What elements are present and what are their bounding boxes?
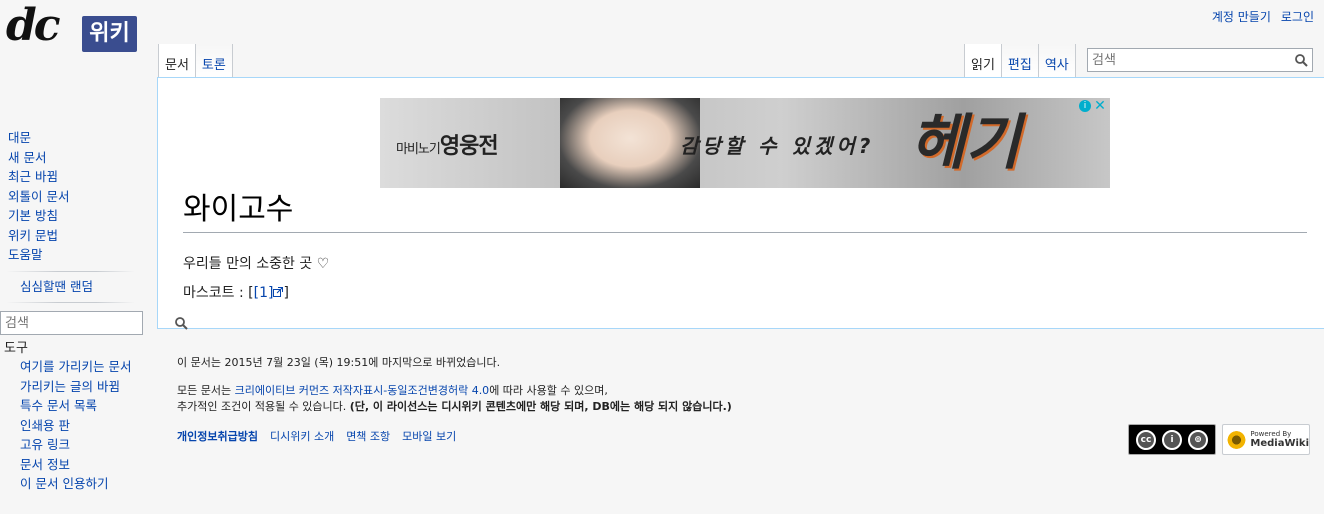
tool-page-info[interactable]: 문서 정보	[20, 457, 70, 472]
tab-edit[interactable]: 편집	[1001, 44, 1039, 78]
tab-history[interactable]: 역사	[1038, 44, 1076, 78]
mediawiki-flower-icon	[1227, 428, 1247, 451]
create-account-link[interactable]: 계정 만들기	[1212, 8, 1271, 25]
logo-dc-text: dc	[6, 0, 61, 51]
cc-by-sa-badge[interactable]: cc i ⊚	[1128, 424, 1216, 455]
ad-banner[interactable]: 마비노기영웅전 감당할 수 있겠어? 헤기 i ✕	[380, 98, 1110, 188]
sidebar-search	[0, 311, 188, 335]
ad-tagline: 감당할 수 있겠어?	[680, 134, 875, 158]
footer-last-modified: 이 문서는 2015년 7월 23일 (목) 19:51에 마지막으로 바뀌었습…	[177, 356, 501, 369]
ad-controls: i ✕	[1079, 99, 1106, 113]
content-area: 마비노기영웅전 감당할 수 있겠어? 헤기 i ✕ 와이고수 우리들 만의 소중…	[157, 77, 1324, 329]
search-icon[interactable]	[1290, 49, 1312, 71]
mediawiki-badge-name: MediaWiki	[1250, 438, 1309, 449]
sidebar-item-new-pages[interactable]: 새 문서	[8, 150, 46, 165]
sidebar-item-help[interactable]: 도움말	[8, 247, 43, 262]
mascot-prefix: 마스코트 : [	[183, 285, 254, 301]
license-bold-note: (단, 이 라이선스는 디시위키 콘텐츠에만 해당 되며, DB에는 해당 되지…	[349, 400, 732, 413]
sidebar-divider	[6, 301, 135, 303]
footer-link-privacy[interactable]: 개인정보취급방침	[177, 428, 258, 444]
footer-places: 개인정보취급방침 디시위키 소개 면책 조항 모바일 보기	[177, 428, 456, 444]
sidebar-item-syntax[interactable]: 위키 문법	[8, 228, 58, 243]
tool-special-pages[interactable]: 특수 문서 목록	[20, 398, 97, 413]
view-tabs: 읽기 편집 역사	[964, 44, 1076, 78]
header-search	[1087, 48, 1313, 72]
license-line2: 추가적인 조건이 적용될 수 있습니다.	[177, 400, 350, 413]
tab-document[interactable]: 문서	[158, 44, 196, 78]
sa-icon: ⊚	[1188, 429, 1208, 450]
sidebar-item-policy[interactable]: 기본 방침	[8, 208, 58, 223]
tab-discussion[interactable]: 토론	[195, 44, 233, 78]
license-suffix: 에 따라 사용할 수 있으며,	[489, 384, 608, 397]
external-link-icon	[273, 285, 284, 301]
footer-link-about[interactable]: 디시위키 소개	[270, 428, 334, 444]
page-root: dc 위키 계정 만들기 로그인 문서 토론 읽기 편집 역사 마비노기영웅전 …	[0, 0, 1324, 514]
tool-cite[interactable]: 이 문서 인용하기	[20, 476, 108, 491]
footer-license-line2: 추가적인 조건이 적용될 수 있습니다. (단, 이 라이선스는 디시위키 콘텐…	[177, 399, 732, 415]
sidebar-item-recent-changes[interactable]: 최근 바뀜	[8, 169, 58, 184]
article-body: 우리들 만의 소중한 곳 ♡ 마스코트 : [[1]]	[183, 250, 329, 308]
personal-tools: 계정 만들기 로그인	[1212, 8, 1314, 25]
sidebar-nav: 대문 새 문서 최근 바뀜 외톨이 문서 기본 방침 위키 문법 도움말	[0, 128, 145, 265]
namespace-tabs: 문서 토론	[158, 44, 233, 78]
ad-brand: 마비노기영웅전	[396, 128, 499, 160]
tools-list: 여기를 가리키는 문서 가리키는 글의 바뀜 특수 문서 목록 인쇄용 판 고유…	[20, 357, 131, 494]
sidebar-item-random[interactable]: 심심할땐 랜덤	[20, 279, 93, 294]
tool-permalink[interactable]: 고유 링크	[20, 437, 70, 452]
sidebar: 대문 새 문서 최근 바뀜 외톨이 문서 기본 방침 위키 문법 도움말 심심할…	[0, 128, 145, 309]
tool-printable[interactable]: 인쇄용 판	[20, 418, 70, 433]
license-prefix: 모든 문서는	[177, 384, 235, 397]
sidebar-search-input[interactable]	[1, 315, 175, 331]
logo-wiki-text: 위키	[82, 16, 137, 52]
by-icon: i	[1162, 429, 1182, 450]
tool-related-changes[interactable]: 가리키는 글의 바뀜	[20, 379, 120, 394]
article-line-1: 우리들 만의 소중한 곳 ♡	[183, 256, 330, 272]
sidebar-divider	[6, 270, 135, 272]
tab-read[interactable]: 읽기	[964, 44, 1002, 78]
ad-close-icon[interactable]: ✕	[1094, 99, 1106, 113]
ad-brand-main: 영웅전	[439, 134, 499, 159]
search-icon[interactable]	[175, 312, 188, 334]
ad-character-image	[560, 98, 700, 188]
footer-license-line1: 모든 문서는 크리에이티브 커먼즈 저작자표시-동일조건변경허락 4.0에 따라…	[177, 383, 732, 399]
cc-icon: cc	[1136, 429, 1156, 450]
tool-what-links-here[interactable]: 여기를 가리키는 문서	[20, 359, 131, 374]
sidebar-item-orphan-pages[interactable]: 외톨이 문서	[8, 189, 69, 204]
footer-info: 이 문서는 2015년 7월 23일 (목) 19:51에 마지막으로 바뀌었습…	[177, 355, 732, 415]
article-line-mascot: 마스코트 : [[1]]	[183, 279, 329, 308]
ad-info-icon[interactable]: i	[1079, 100, 1091, 112]
login-link[interactable]: 로그인	[1281, 8, 1314, 25]
ad-game-logo: 헤기	[910, 108, 1021, 178]
site-logo[interactable]: dc 위키	[6, 0, 137, 52]
header-search-input[interactable]	[1088, 52, 1290, 68]
mascot-suffix: ]	[283, 285, 289, 301]
mediawiki-badge-text: Powered By MediaWiki	[1250, 430, 1309, 449]
footer-link-mobile[interactable]: 모바일 보기	[402, 428, 456, 444]
ad-brand-small: 마비노기	[396, 142, 441, 157]
sidebar-item-main[interactable]: 대문	[8, 130, 31, 145]
powered-by-mediawiki-badge[interactable]: Powered By MediaWiki	[1222, 424, 1310, 455]
tools-heading: 도구	[4, 341, 28, 356]
mascot-external-link[interactable]: [1]	[254, 285, 274, 301]
license-link[interactable]: 크리에이티브 커먼즈 저작자표시-동일조건변경허락 4.0	[235, 384, 490, 397]
footer-link-disclaimer[interactable]: 면책 조항	[346, 428, 390, 444]
page-title: 와이고수	[183, 188, 1307, 233]
